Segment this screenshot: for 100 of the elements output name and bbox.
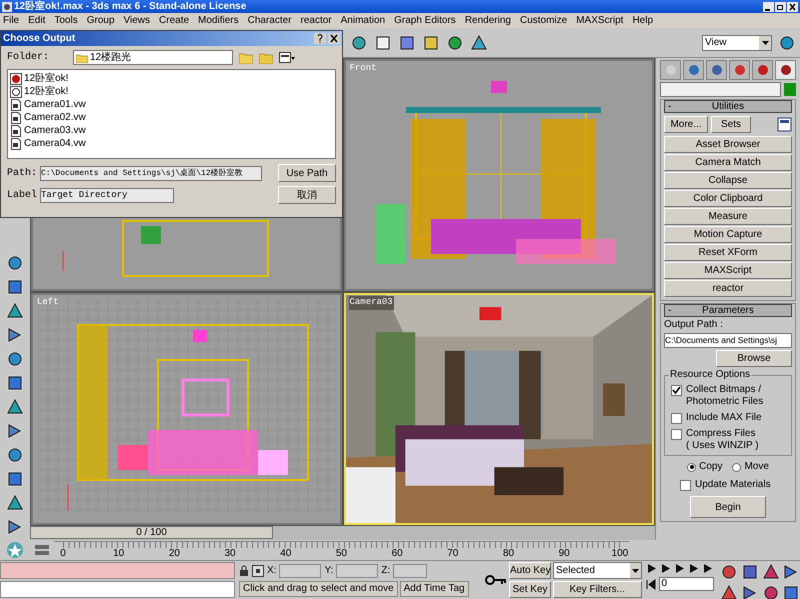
navigation-icon[interactable] (720, 563, 738, 581)
browse-button[interactable]: Browse (716, 350, 792, 367)
config-icon[interactable] (777, 117, 792, 132)
utility-button[interactable]: Measure (664, 208, 792, 225)
radio-button[interactable] (732, 462, 742, 472)
add-time-tag[interactable]: Add Time Tag (400, 581, 469, 597)
cancel-button[interactable]: 取消 (278, 186, 336, 204)
list-entry[interactable]: Camera03.vw (24, 124, 86, 137)
radio-button[interactable] (687, 462, 696, 472)
tool-icon[interactable] (6, 470, 24, 488)
utility-button[interactable]: reactor (664, 280, 792, 297)
key-mode-dropdown[interactable]: Selected (553, 562, 642, 579)
collapse-toggle[interactable]: - (668, 101, 690, 112)
playback-icon[interactable] (702, 563, 712, 574)
view-dropdown[interactable]: View (702, 34, 772, 50)
utility-button[interactable]: Reset XForm (664, 244, 792, 261)
restore-icon[interactable] (775, 2, 786, 12)
viewport[interactable]: Camera03 (344, 293, 654, 525)
listener-field[interactable] (0, 562, 235, 579)
dropdown-arrow-icon[interactable] (762, 40, 768, 44)
viewport-label[interactable]: Camera03 (348, 296, 394, 310)
checkbox[interactable] (680, 480, 691, 490)
navigation-icon[interactable] (762, 563, 780, 581)
menu-item[interactable]: Edit (28, 13, 46, 28)
time-slider-thumb[interactable]: 0 / 100 (30, 526, 273, 539)
use-path-button[interactable]: Use Path (278, 164, 336, 182)
panel-tab[interactable] (683, 60, 704, 80)
label-field[interactable]: Target Directory (40, 188, 174, 202)
close-icon[interactable] (787, 2, 798, 12)
rollout-title[interactable]: Parameters (690, 305, 791, 316)
utility-button[interactable]: Motion Capture (664, 226, 792, 243)
checkbox[interactable] (671, 413, 682, 424)
view-menu-icon[interactable] (279, 52, 295, 64)
name-field[interactable] (660, 82, 781, 97)
dropdown-arrow-icon[interactable] (632, 568, 638, 572)
selection-icon[interactable] (252, 564, 264, 576)
tool-icon[interactable] (6, 350, 24, 368)
playback-icon[interactable] (660, 563, 670, 574)
list-entry[interactable]: 12卧室ok! (24, 72, 68, 85)
sets-button[interactable]: Sets (711, 116, 751, 133)
close-icon[interactable] (328, 33, 340, 44)
menu-item[interactable]: Modifiers (198, 13, 239, 28)
lock-icon[interactable] (239, 565, 249, 576)
menu-item[interactable]: Animation (340, 13, 386, 28)
menu-item[interactable]: File (3, 13, 20, 28)
key-mode-icon[interactable] (646, 578, 656, 590)
timeline-ruler[interactable]: 0 10 20 30 40 50 60 70 80 90 100 (54, 540, 629, 560)
more-button[interactable]: More... (664, 116, 708, 133)
menu-item[interactable]: Create (159, 13, 190, 28)
navigation-icon[interactable] (782, 584, 800, 599)
utility-button[interactable]: Color Clipboard (664, 190, 792, 207)
path-field[interactable]: C:\Documents and Settings\sj\桌面\12楼卧室教 (40, 166, 262, 180)
panel-tab[interactable] (729, 60, 750, 80)
list-entry[interactable]: Camera02.vw (24, 111, 86, 124)
menu-item[interactable]: Rendering (464, 13, 511, 28)
tool-icon[interactable] (6, 446, 24, 464)
tool-icon[interactable] (6, 254, 24, 272)
listener-field[interactable] (0, 581, 235, 598)
menu-item[interactable]: Tools (54, 13, 78, 28)
playback-icon[interactable] (688, 563, 698, 574)
menu-item[interactable]: Customize (520, 13, 568, 28)
panel-tab[interactable] (752, 60, 773, 80)
key-filters-button[interactable]: Key Filters... (553, 581, 642, 598)
list-entry[interactable]: Camera04.vw (24, 137, 86, 150)
checkbox[interactable] (671, 385, 682, 396)
menu-item[interactable]: Graph Editors (394, 13, 456, 28)
panel-tab[interactable] (775, 60, 796, 80)
list-entry[interactable]: 12卧室ok! (24, 85, 68, 98)
tool-icon[interactable] (6, 374, 24, 392)
x-field[interactable] (279, 564, 322, 578)
list-entry[interactable]: Camera01.vw (24, 98, 86, 111)
time-slider[interactable]: 0 / 100 (30, 526, 655, 540)
z-field[interactable] (393, 564, 428, 578)
menu-item[interactable]: Group (86, 13, 115, 28)
tool-icon[interactable] (6, 398, 24, 416)
key-icon[interactable] (485, 574, 507, 586)
menu-item[interactable]: Character (248, 13, 292, 28)
y-field[interactable] (336, 564, 378, 578)
utility-button[interactable]: Collapse (664, 172, 792, 189)
navigation-icon[interactable] (741, 563, 759, 581)
color-swatch[interactable] (784, 83, 796, 96)
star-icon[interactable] (6, 541, 24, 559)
help-icon[interactable] (314, 33, 326, 44)
frame-field[interactable]: 0 (658, 577, 714, 591)
utility-button[interactable]: Camera Match (664, 154, 792, 171)
rollout-title[interactable]: Utilities (690, 101, 791, 112)
tool-icon[interactable] (6, 302, 24, 320)
menu-item[interactable]: Views (124, 13, 150, 28)
auto-key-button[interactable]: Auto Key (509, 562, 551, 579)
collapse-toggle[interactable]: - (668, 305, 690, 316)
tool-icon[interactable] (6, 494, 24, 512)
checkbox[interactable] (671, 429, 682, 440)
tool-icon[interactable] (6, 278, 24, 296)
folder-dropdown[interactable]: 12楼跑光 (73, 50, 233, 65)
playback-icon[interactable] (674, 563, 684, 574)
navigation-icon[interactable] (720, 584, 738, 599)
track-icon[interactable] (34, 544, 50, 556)
menu-item[interactable]: Help (632, 13, 654, 28)
panel-tab[interactable] (706, 60, 727, 80)
utility-button[interactable]: MAXScript (664, 262, 792, 279)
